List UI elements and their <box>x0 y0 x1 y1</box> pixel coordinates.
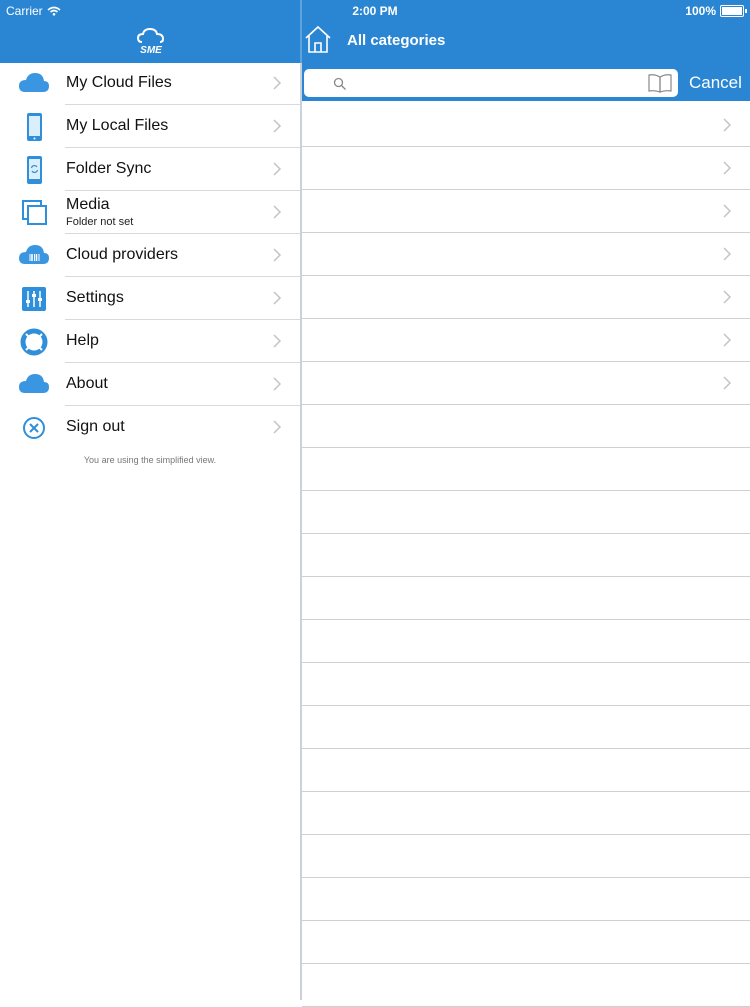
list-row[interactable] <box>302 104 750 147</box>
chevron-right-icon <box>273 76 282 90</box>
sync-phone-icon <box>27 156 42 184</box>
battery-icon <box>720 5 747 17</box>
chevron-right-icon <box>273 205 282 219</box>
sidebar-item-help[interactable]: Help <box>0 320 300 363</box>
status-time: 2:00 PM <box>352 4 398 18</box>
list-row <box>302 964 750 1007</box>
chevron-right-icon <box>273 377 282 391</box>
simplified-view-note: You are using the simplified view. <box>83 455 217 465</box>
sidebar-item-label: About <box>66 375 108 392</box>
list-row <box>302 405 750 448</box>
list-row[interactable] <box>302 362 750 405</box>
list-row[interactable] <box>302 190 750 233</box>
split-divider-top <box>300 0 302 63</box>
list-row <box>302 921 750 964</box>
status-battery: 100% <box>685 4 747 18</box>
sidebar-item-sign-out[interactable]: Sign out <box>0 406 300 449</box>
chevron-right-icon <box>273 291 282 305</box>
chevron-right-icon <box>723 118 732 132</box>
chevron-right-icon <box>723 204 732 218</box>
sidebar-item-my-local-files[interactable]: My Local Files <box>0 105 300 148</box>
chevron-right-icon <box>273 420 282 434</box>
battery-label: 100% <box>685 4 716 18</box>
list-row <box>302 620 750 663</box>
sidebar-item-settings[interactable]: Settings <box>0 277 300 320</box>
chevron-right-icon <box>273 119 282 133</box>
sidebar-item-my-cloud-files[interactable]: My Cloud Files <box>0 62 300 105</box>
sidebar-item-about[interactable]: About <box>0 363 300 406</box>
sidebar-item-label: Sign out <box>66 418 125 435</box>
chevron-right-icon <box>273 162 282 176</box>
home-icon[interactable] <box>304 24 332 54</box>
list-row[interactable] <box>302 319 750 362</box>
sidebar-item-label: My Local Files <box>66 117 169 134</box>
book-icon[interactable] <box>648 73 672 93</box>
sidebar-item-label: Settings <box>66 289 124 306</box>
list-row <box>302 749 750 792</box>
sidebar-item-label: Cloud providers <box>66 246 179 263</box>
list-row <box>302 534 750 577</box>
media-icon <box>22 200 47 225</box>
list-row[interactable] <box>302 147 750 190</box>
logo-text: SME <box>140 45 162 56</box>
search-icon <box>333 77 346 90</box>
list-row[interactable] <box>302 233 750 276</box>
close-circle-icon <box>23 417 45 439</box>
chevron-right-icon <box>723 376 732 390</box>
sme-logo-icon: SME <box>136 28 165 56</box>
sidebar-item-label: Media <box>66 196 110 213</box>
sidebar-item-folder-sync[interactable]: Folder Sync <box>0 148 300 191</box>
chevron-right-icon <box>723 333 732 347</box>
chevron-right-icon <box>723 247 732 261</box>
chevron-right-icon <box>723 161 732 175</box>
page-title: All categories <box>347 32 446 49</box>
sidebar-item-media[interactable]: Media Folder not set <box>0 191 300 234</box>
lifebuoy-icon <box>20 328 48 356</box>
sidebar-item-label: Folder Sync <box>66 160 152 177</box>
cloud-icon <box>19 73 49 92</box>
sidebar-item-sublabel: Folder not set <box>66 216 134 228</box>
list-row <box>302 448 750 491</box>
sidebar-item-cloud-providers[interactable]: Cloud providers <box>0 234 300 277</box>
search-input[interactable] <box>304 69 678 97</box>
cloud-icon <box>19 374 49 393</box>
sidebar-item-label: My Cloud Files <box>66 74 172 91</box>
list-row <box>302 577 750 620</box>
list-row <box>302 792 750 835</box>
sidebar-item-label: Help <box>66 332 99 349</box>
list-row[interactable] <box>302 276 750 319</box>
list-row <box>302 835 750 878</box>
list-row <box>302 706 750 749</box>
phone-icon <box>27 113 42 141</box>
cloud-providers-icon <box>19 245 49 264</box>
chevron-right-icon <box>723 290 732 304</box>
list-row <box>302 663 750 706</box>
list-row <box>302 491 750 534</box>
cancel-button[interactable]: Cancel <box>689 73 742 93</box>
list-row <box>302 878 750 921</box>
chevron-right-icon <box>273 248 282 262</box>
chevron-right-icon <box>273 334 282 348</box>
sliders-icon <box>22 287 46 311</box>
